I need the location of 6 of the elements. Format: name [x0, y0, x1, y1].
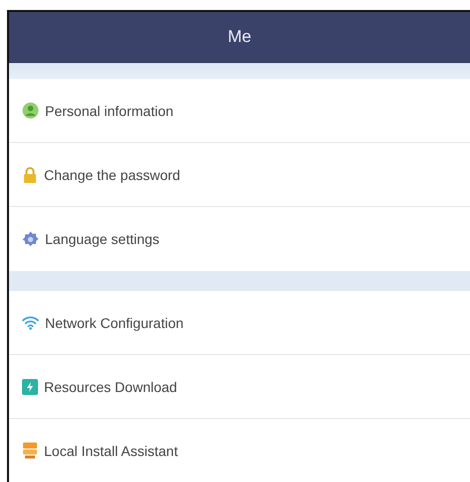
person-icon: [22, 102, 39, 119]
lock-icon: [22, 166, 38, 183]
wifi-icon: [22, 315, 39, 330]
server-icon: [22, 442, 38, 459]
page-title: Me: [228, 27, 252, 47]
gear-icon: [22, 230, 39, 248]
